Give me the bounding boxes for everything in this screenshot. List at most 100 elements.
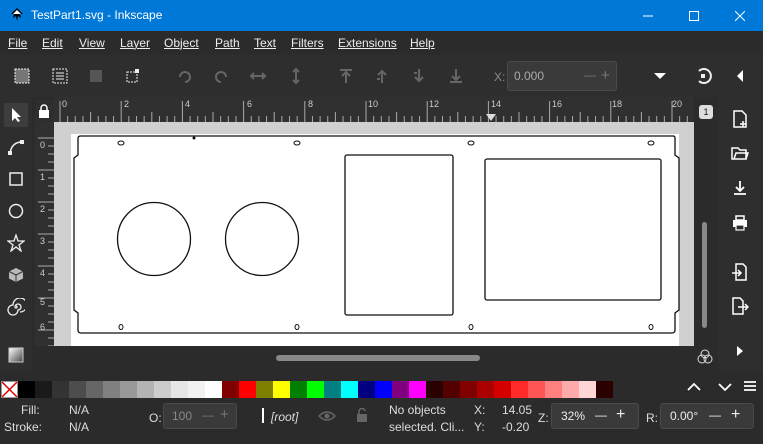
color-swatch[interactable] <box>562 381 579 398</box>
save-button[interactable] <box>730 178 750 198</box>
unlock-icon[interactable] <box>356 408 368 422</box>
rotation-field[interactable]: 0.00° — + <box>660 403 754 429</box>
stroke-value[interactable]: N/A <box>69 420 89 434</box>
color-swatch[interactable] <box>103 381 120 398</box>
open-button[interactable] <box>730 143 750 163</box>
menu-filters[interactable]: Filters <box>291 36 324 50</box>
color-swatch[interactable] <box>120 381 137 398</box>
flip-vertical-button[interactable] <box>286 66 306 86</box>
commands-overflow-button[interactable] <box>730 341 750 361</box>
opacity-field[interactable]: 100 — + <box>163 403 237 429</box>
color-swatch[interactable] <box>494 381 511 398</box>
maximize-button[interactable] <box>671 0 717 31</box>
opacity-decrement-button[interactable]: — <box>202 408 214 422</box>
color-swatch[interactable] <box>341 381 358 398</box>
drawing-canvas[interactable] <box>54 122 694 346</box>
color-swatch[interactable] <box>358 381 375 398</box>
color-swatch[interactable] <box>579 381 596 398</box>
color-swatch[interactable] <box>154 381 171 398</box>
rotate-cw-button[interactable] <box>211 66 231 86</box>
3d-box-tool[interactable] <box>4 263 28 287</box>
toolbar-overflow-button[interactable] <box>650 66 670 86</box>
color-swatch[interactable] <box>273 381 290 398</box>
menu-help[interactable]: Help <box>410 36 435 50</box>
color-swatch[interactable] <box>426 381 443 398</box>
palette-scroll-up-button[interactable] <box>687 382 701 392</box>
color-swatch[interactable] <box>137 381 154 398</box>
fill-value[interactable]: N/A <box>69 403 89 417</box>
zoom-out-button[interactable]: — <box>595 408 607 422</box>
color-swatch[interactable] <box>409 381 426 398</box>
import-button[interactable] <box>730 262 750 282</box>
lower-to-bottom-button[interactable] <box>446 66 466 86</box>
color-swatch[interactable] <box>528 381 545 398</box>
horizontal-scroll-thumb[interactable] <box>276 355 480 361</box>
eye-icon[interactable] <box>318 410 336 422</box>
deselect-button[interactable] <box>86 66 106 86</box>
color-swatch[interactable] <box>188 381 205 398</box>
color-swatch[interactable] <box>69 381 86 398</box>
color-swatch[interactable] <box>392 381 409 398</box>
color-swatch[interactable] <box>324 381 341 398</box>
zoom-field[interactable]: 32% — + <box>551 403 639 429</box>
palette-scroll-down-button[interactable] <box>718 382 732 392</box>
rotate-ccw-button[interactable] <box>175 66 195 86</box>
x-decrement-button[interactable]: — <box>584 68 596 82</box>
guide-lock-button[interactable] <box>35 100 54 122</box>
color-swatch[interactable] <box>239 381 256 398</box>
spiral-tool[interactable] <box>4 295 28 319</box>
color-swatch[interactable] <box>460 381 477 398</box>
commands-panel-toggle[interactable] <box>730 66 750 86</box>
minimize-button[interactable] <box>625 0 671 31</box>
rotate-cw-step-button[interactable]: + <box>731 406 740 424</box>
rectangle-tool[interactable] <box>4 167 28 191</box>
color-swatch[interactable] <box>256 381 273 398</box>
menu-layer[interactable]: Layer <box>120 36 150 50</box>
part-outline[interactable] <box>73 135 680 334</box>
zoom-in-button[interactable]: + <box>616 406 625 424</box>
horizontal-scrollbar[interactable] <box>54 346 694 371</box>
no-paint-swatch[interactable] <box>1 381 18 398</box>
color-swatch[interactable] <box>596 381 613 398</box>
menu-edit[interactable]: Edit <box>42 36 63 50</box>
gradient-tool[interactable] <box>4 343 28 367</box>
menu-text[interactable]: Text <box>254 36 276 50</box>
x-coordinate-field[interactable]: 0.000 — + <box>507 61 617 91</box>
lower-button[interactable] <box>409 66 429 86</box>
menu-object[interactable]: Object <box>164 36 199 50</box>
select-all-button[interactable] <box>12 66 32 86</box>
color-swatch[interactable] <box>443 381 460 398</box>
color-swatch[interactable] <box>35 381 52 398</box>
color-swatch[interactable] <box>52 381 69 398</box>
flip-horizontal-button[interactable] <box>248 66 268 86</box>
menu-path[interactable]: Path <box>215 36 240 50</box>
print-button[interactable] <box>730 213 750 233</box>
color-swatch[interactable] <box>18 381 35 398</box>
raise-to-top-button[interactable] <box>336 66 356 86</box>
x-increment-button[interactable]: + <box>601 67 610 84</box>
export-button[interactable] <box>730 296 750 316</box>
color-swatch[interactable] <box>222 381 239 398</box>
rotate-ccw-step-button[interactable]: — <box>709 408 721 422</box>
raise-button[interactable] <box>372 66 392 86</box>
color-swatch[interactable] <box>86 381 103 398</box>
vertical-scroll-thumb[interactable] <box>702 222 707 328</box>
close-button[interactable] <box>717 0 763 31</box>
star-tool[interactable] <box>4 231 28 255</box>
select-all-layers-button[interactable] <box>50 66 70 86</box>
color-swatch[interactable] <box>205 381 222 398</box>
snap-toggle-button[interactable] <box>693 66 713 86</box>
display-mode-icon[interactable] <box>696 348 714 366</box>
palette-menu-button[interactable] <box>743 380 757 392</box>
color-swatch[interactable] <box>477 381 494 398</box>
new-document-button[interactable] <box>730 109 750 129</box>
color-swatch[interactable] <box>307 381 324 398</box>
color-swatch[interactable] <box>511 381 528 398</box>
color-swatch[interactable] <box>290 381 307 398</box>
color-swatch[interactable] <box>375 381 392 398</box>
drawing-svg[interactable] <box>54 122 694 346</box>
current-layer[interactable]: [root] <box>271 410 298 424</box>
color-swatch[interactable] <box>171 381 188 398</box>
menu-view[interactable]: View <box>79 36 105 50</box>
touch-select-button[interactable] <box>123 66 143 86</box>
